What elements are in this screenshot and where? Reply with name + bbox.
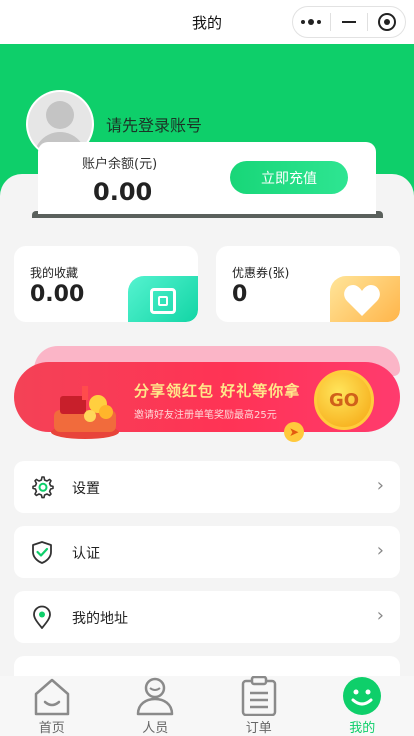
banner-subtitle: 邀请好友注册单笔奖励最高25元 [134,410,277,421]
menu-label-address: 我的地址 [72,611,128,627]
tab-home[interactable]: 首页 [0,676,104,736]
chevron-right-icon: › [376,475,384,496]
go-button[interactable]: GO [314,370,374,430]
heart-icon [344,285,380,316]
tab-label-home: 首页 [38,721,65,736]
home-icon [34,678,69,716]
tab-label-people: 人员 [142,721,169,736]
location-pin-icon [33,605,51,629]
tab-label-orders: 订单 [245,721,272,736]
mini-program-capsule [292,6,406,38]
menu-item-verification[interactable]: 认证 › [14,526,400,578]
recharge-button[interactable]: 立即充值 [230,161,348,194]
banner-title: 分享领红包 好礼等你拿 [134,382,301,400]
favorites-title: 我的收藏 [30,266,79,280]
coupons-card[interactable]: 优惠券(张) 0 [216,246,400,322]
ticket-icon [150,288,176,314]
person-icon [137,677,174,716]
navigation-bar: 我的 [0,0,414,44]
more-button[interactable] [293,7,330,37]
coupons-title: 优惠券(张) [232,266,290,280]
coupons-value: 0 [232,282,248,307]
balance-value: 0.00 [93,178,153,206]
close-button[interactable] [368,7,405,37]
minimize-icon [342,21,356,23]
invite-banner[interactable]: 分享领红包 好礼等你拿 邀请好友注册单笔奖励最高25元 GO ➤ [14,346,400,442]
menu-label-settings: 设置 [72,481,100,497]
chevron-right-icon: › [376,540,384,561]
balance-card: 账户余额(元) 0.00 立即充值 [38,142,376,214]
gear-icon [32,476,54,499]
tab-mine[interactable]: 我的 [311,676,414,736]
shield-check-icon [32,541,52,564]
clipboard-icon [241,676,276,716]
favorites-card[interactable]: 我的收藏 0.00 [14,246,198,322]
menu-item-address[interactable]: 我的地址 › [14,591,400,643]
arrow-right-icon: ➤ [284,422,304,442]
menu-label-verification: 认证 [72,546,100,562]
menu-item-settings[interactable]: 设置 › [14,461,400,513]
more-dots-icon [301,19,322,25]
chevron-right-icon: › [376,605,384,626]
close-target-icon [377,13,396,31]
tab-orders[interactable]: 订单 [207,676,311,736]
tab-label-mine: 我的 [349,721,376,736]
gift-box-icon [51,386,119,439]
smile-icon [343,677,382,715]
login-prompt[interactable]: 请先登录账号 [106,112,202,136]
bottom-tab-bar: 首页 人员 订单 我的 [0,676,414,736]
balance-label: 账户余额(元) [82,157,158,172]
minimize-button[interactable] [331,7,368,37]
tab-people[interactable]: 人员 [104,676,208,736]
favorites-value: 0.00 [30,282,85,307]
